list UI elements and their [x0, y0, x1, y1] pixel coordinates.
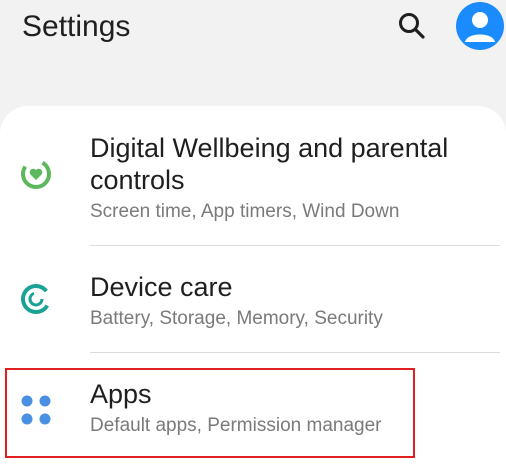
highlight-box [5, 368, 415, 458]
item-subtitle: Battery, Storage, Memory, Security [90, 308, 383, 329]
item-title-line2: controls [90, 165, 185, 195]
digital-wellbeing-icon [18, 156, 54, 192]
top-bar: Settings [0, 0, 506, 100]
page-title: Settings [22, 10, 131, 43]
account-avatar[interactable] [456, 2, 504, 50]
search-button[interactable] [396, 10, 428, 42]
settings-item-digital-wellbeing[interactable]: Digital Wellbeing and parental controls … [0, 128, 506, 243]
device-care-icon [18, 281, 54, 317]
search-icon [399, 13, 425, 39]
divider [90, 352, 500, 353]
item-title-line1: Digital Wellbeing and parental [90, 133, 449, 163]
item-title: Device care [90, 272, 233, 302]
divider [90, 245, 500, 246]
settings-item-device-care[interactable]: Device care Battery, Storage, Memory, Se… [0, 255, 506, 350]
item-subtitle: Screen time, App timers, Wind Down [90, 201, 400, 222]
account-icon [465, 12, 495, 42]
